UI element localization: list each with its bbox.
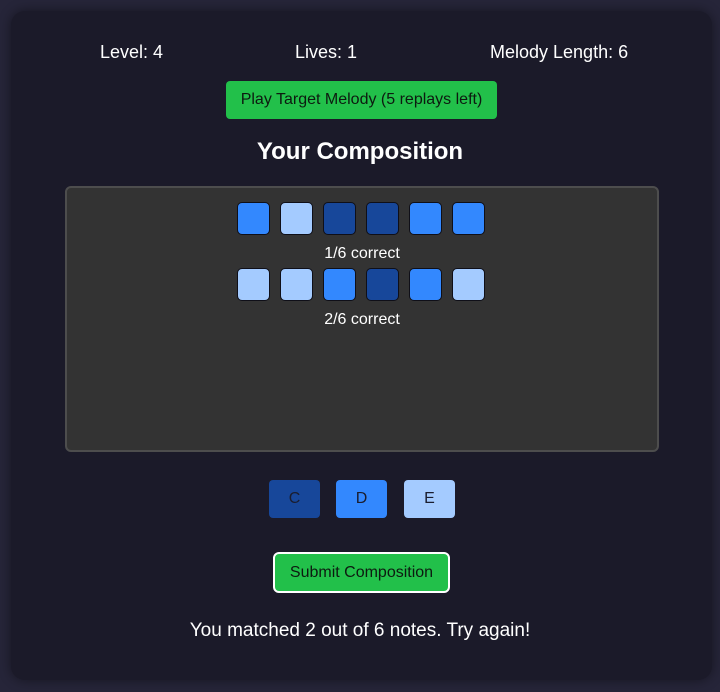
note-cell [366, 202, 399, 235]
note-cell [280, 268, 313, 301]
composition-board: 1/6 correct 2/6 correct [65, 186, 659, 452]
note-cell [237, 268, 270, 301]
note-cell [280, 202, 313, 235]
note-key-c[interactable]: C [269, 480, 320, 518]
play-target-melody-button[interactable]: Play Target Melody (5 replays left) [226, 81, 497, 119]
note-key-e[interactable]: E [404, 480, 455, 518]
composition-title: Your Composition [256, 138, 464, 165]
note-cell [452, 268, 485, 301]
stats-bar: Level: 4 Lives: 1 Melody Length: 6 [0, 42, 720, 66]
attempt-result: 1/6 correct [324, 245, 400, 262]
lives-display: Lives: 1 [295, 42, 358, 62]
note-cell [409, 202, 442, 235]
attempt-row [67, 202, 657, 238]
note-cell [323, 268, 356, 301]
result-message: You matched 2 out of 6 notes. Try again! [189, 620, 531, 641]
note-cell [452, 202, 485, 235]
level-display: Level: 4 [100, 42, 164, 62]
note-cell [409, 268, 442, 301]
attempt-result: 2/6 correct [324, 311, 400, 328]
note-cell [323, 202, 356, 235]
attempt-row [67, 268, 657, 304]
note-cell [237, 202, 270, 235]
note-key-d[interactable]: D [336, 480, 387, 518]
melody-length-display: Melody Length: 6 [490, 42, 629, 62]
note-cell [366, 268, 399, 301]
submit-composition-button[interactable]: Submit Composition [273, 552, 450, 593]
